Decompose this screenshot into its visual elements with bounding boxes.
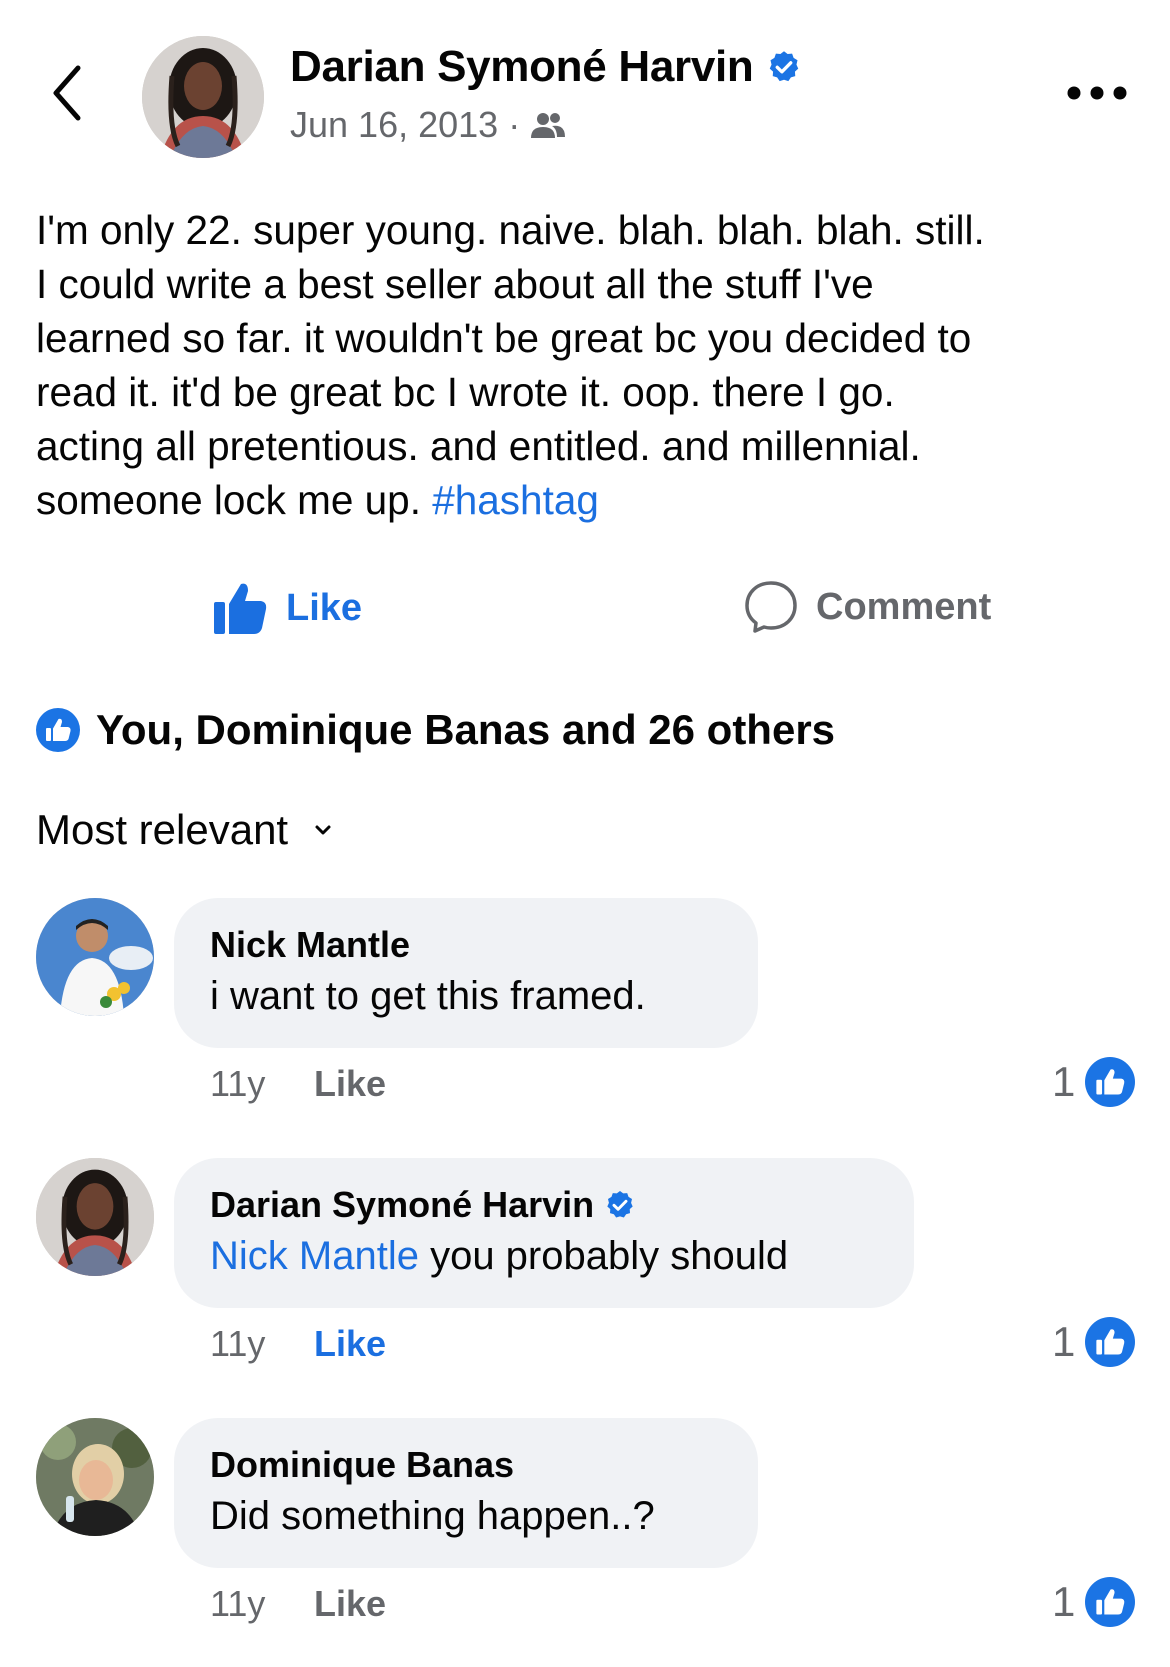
post-line: I'm only 22. super young. naive. blah. b… — [36, 207, 985, 253]
more-options-button[interactable] — [1062, 78, 1132, 108]
post-last-line-text: someone lock me up. — [36, 477, 421, 523]
comment-time[interactable]: 11y — [210, 1063, 265, 1105]
comment-text: Did something happen..? — [210, 1494, 655, 1538]
post-author[interactable]: Darian Symoné Harvin — [290, 42, 802, 92]
like-label: Like — [286, 586, 363, 629]
comment-text-row: Nick Mantle you probably should — [210, 1234, 878, 1279]
verified-badge-icon — [607, 1191, 633, 1218]
thumbs-up-filled-icon — [214, 583, 267, 634]
chevron-down-icon — [315, 825, 331, 835]
comment-like-button[interactable]: Like — [314, 1323, 386, 1365]
post-line: read it. it'd be great bc I wrote it. oo… — [36, 369, 895, 415]
commenter-avatar[interactable] — [36, 898, 154, 1016]
comment-like-button[interactable]: Like — [314, 1063, 386, 1105]
comment-text: you probably should — [430, 1234, 789, 1278]
comment-reaction-count[interactable]: 1 — [1052, 1057, 1136, 1107]
author-avatar[interactable] — [142, 36, 264, 158]
commenter-name[interactable]: Nick Mantle — [210, 924, 722, 966]
more-horizontal-icon — [1067, 86, 1127, 100]
reactions-summary[interactable]: You, Dominique Banas and 26 others — [36, 706, 835, 754]
comment-reaction-count[interactable]: 1 — [1052, 1317, 1136, 1367]
post-line: acting all pretentious. and entitled. an… — [36, 423, 921, 469]
comment-text: i want to get this framed. — [210, 974, 646, 1018]
back-button[interactable] — [44, 58, 100, 128]
comment-like-button[interactable]: Like — [314, 1583, 386, 1625]
comment-sort-dropdown[interactable]: Most relevant — [36, 806, 332, 854]
comment-label: Comment — [816, 585, 992, 628]
author-name[interactable]: Darian Symoné Harvin — [290, 42, 754, 92]
comment-reaction-count[interactable]: 1 — [1052, 1577, 1136, 1627]
comment-button[interactable]: Comment — [744, 580, 991, 634]
post-body: I'm only 22. super young. naive. blah. b… — [36, 203, 1146, 527]
comment-bubble[interactable]: Darian Symoné Harvin Nick Mantle you pro… — [174, 1158, 914, 1308]
post-date[interactable]: Jun 16, 2013 — [290, 104, 498, 146]
comment-bubble-icon — [745, 581, 797, 633]
commenter-avatar[interactable] — [36, 1418, 154, 1536]
reactions-summary-text: You, Dominique Banas and 26 others — [96, 706, 836, 753]
like-reaction-icon — [36, 708, 80, 752]
like-button[interactable]: Like — [212, 580, 362, 636]
mention-link[interactable]: Nick Mantle — [210, 1234, 419, 1278]
like-reaction-icon — [1085, 1577, 1136, 1627]
commenter-name[interactable]: Dominique Banas — [210, 1444, 722, 1486]
comment-time[interactable]: 11y — [210, 1583, 265, 1625]
comment-time[interactable]: 11y — [210, 1323, 265, 1365]
post-line: I could write a best seller about all th… — [36, 261, 874, 307]
hashtag-link[interactable]: #hashtag — [432, 477, 599, 523]
comment-bubble[interactable]: Dominique Banas Did something happen..? — [174, 1418, 758, 1568]
reaction-count: 1 — [1052, 1578, 1076, 1625]
like-reaction-icon — [1085, 1057, 1136, 1107]
sort-label: Most relevant — [36, 806, 289, 853]
comment-bubble[interactable]: Nick Mantle i want to get this framed. — [174, 898, 758, 1048]
meta-separator: · — [508, 104, 521, 145]
chevron-left-icon — [53, 65, 81, 121]
commenter-name[interactable]: Darian Symoné Harvin — [210, 1184, 594, 1226]
post-line: someone lock me up. #hashtag — [36, 473, 1146, 527]
like-reaction-icon — [1085, 1317, 1136, 1367]
reaction-count: 1 — [1052, 1058, 1076, 1105]
commenter-avatar[interactable] — [36, 1158, 154, 1276]
friends-icon — [531, 113, 566, 138]
commenter-name-row: Darian Symoné Harvin — [210, 1184, 878, 1226]
post-meta: Jun 16, 2013 · — [290, 104, 566, 146]
post-line: learned so far. it wouldn't be great bc … — [36, 315, 972, 361]
reaction-count: 1 — [1052, 1318, 1076, 1365]
verified-badge-icon — [769, 51, 798, 82]
